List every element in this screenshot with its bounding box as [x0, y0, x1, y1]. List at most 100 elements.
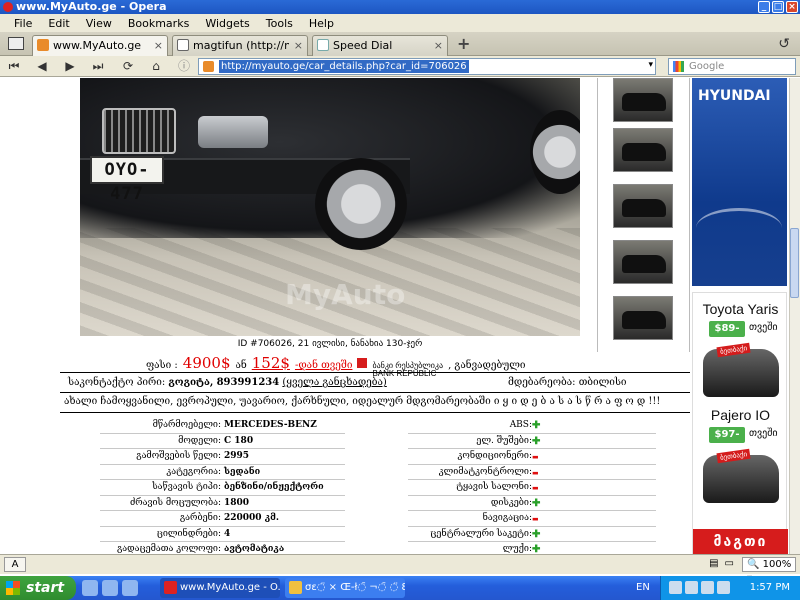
address-bar[interactable]: http://myauto.ge/car_details.php?car_id=… [198, 58, 656, 75]
check-plus-icon: ✚ [532, 544, 541, 554]
all-ads-link[interactable]: (ყველა განცხადება) [282, 377, 386, 388]
ad-model-toyota: Toyota Yaris [702, 301, 779, 317]
ie-icon[interactable] [82, 580, 98, 596]
tray-icon[interactable] [701, 581, 714, 594]
zoom-control[interactable]: 🔍 100% ▾ [742, 557, 796, 584]
price-suffix: , განვადებული [448, 360, 526, 371]
taskbar-item-app[interactable]: σε◌̈ × Œ-ł◌̄ ¬◌̄ ◌̈ 8... [285, 578, 405, 598]
panel-toggle-button[interactable]: A [4, 557, 26, 572]
thumbnail-2[interactable] [613, 128, 673, 172]
reload-button[interactable]: ⟳ [118, 58, 138, 75]
price-or: ან [235, 360, 247, 371]
spec-key: ტყავის სალონი: [456, 482, 532, 492]
spec-value: ბენზინი/ინჟექტორი [224, 482, 324, 492]
tray-icon[interactable] [685, 581, 698, 594]
fast-forward-button[interactable]: ⏭ [88, 58, 108, 75]
tab-myauto[interactable]: www.MyAuto.ge × [32, 35, 168, 56]
spec-value: 220000 კმ. [224, 513, 279, 523]
start-button[interactable]: start [0, 576, 76, 600]
thumbnail-5[interactable] [613, 296, 673, 340]
page-viewport: OYO-477 MyAuto ID #706026, 21 ივლისი, ნა… [0, 78, 800, 554]
opera-icon[interactable] [122, 580, 138, 596]
tab-close-icon[interactable]: × [154, 36, 163, 55]
menu-bookmarks[interactable]: Bookmarks [120, 17, 197, 30]
scrollbar-thumb[interactable] [790, 228, 799, 298]
view-icon[interactable]: ▭ [725, 558, 734, 569]
tab-cycler-button[interactable] [8, 37, 24, 50]
price-monthly[interactable]: 152$ [252, 354, 290, 372]
ad-price-badge: $89-დან [709, 321, 745, 350]
magti-ad-banner[interactable]: Toyota Yaris $89-დან თვეში ბეთბაქი Pajer… [692, 292, 788, 554]
taskbar-item-opera[interactable]: www.MyAuto.ge - O... [160, 578, 280, 598]
thumbnail-1[interactable] [613, 78, 673, 122]
car-main-photo[interactable]: OYO-477 MyAuto [80, 78, 580, 336]
spec-row: ნავიგაცია: ▬ [408, 511, 656, 527]
maximize-button[interactable]: □ [772, 1, 784, 13]
spec-key: გადაცემათა კოლოფი: [116, 544, 221, 554]
tab-bar: www.MyAuto.ge × magtifun (http://magtifu… [0, 32, 800, 56]
forward-button[interactable]: ▶ [60, 58, 80, 75]
page-icon[interactable]: ▤ [709, 558, 718, 569]
bank-name: ბანკი რესპუბლიკა BANK REPUBLIC [372, 362, 443, 378]
menu-widgets[interactable]: Widgets [197, 17, 257, 30]
taskbar-item-label: www.MyAuto.ge - O... [180, 582, 280, 593]
bank-republic-icon [357, 358, 368, 368]
check-plus-icon: ✚ [532, 435, 541, 447]
spec-value: ავტომატიკა [224, 544, 285, 554]
chevron-down-icon[interactable]: ▾ [648, 60, 653, 70]
menu-edit[interactable]: Edit [40, 17, 77, 30]
thumbnail-4[interactable] [613, 240, 673, 284]
home-button[interactable]: ⌂ [146, 58, 166, 75]
vertical-scrollbar[interactable] [789, 78, 800, 554]
divider [60, 392, 690, 393]
tab-close-icon[interactable]: × [294, 36, 303, 55]
contact-line: საკონტაქტო პირი: გოგიტა, 893991234 (ყველ… [68, 377, 387, 388]
ad-description: ახალი ჩამოყვანილი, ევროპული, უავარიო, ქა… [64, 396, 661, 407]
spec-row: კატეგორია: სედანი [100, 465, 345, 480]
ad-price-badge: $97-დან [709, 427, 745, 456]
menu-bar: File Edit View Bookmarks Widgets Tools H… [0, 14, 800, 32]
thumbnail-3[interactable] [613, 184, 673, 228]
menu-help[interactable]: Help [301, 17, 342, 30]
tab-label: magtifun (http://magtifu... [193, 39, 289, 52]
ad-car-image: ბეთბაქი [703, 448, 779, 503]
hyundai-ad-banner[interactable]: HYUNDAI [692, 78, 787, 286]
back-button[interactable]: ◀ [32, 58, 52, 75]
price-monthly-link[interactable]: -დან თვეში [295, 360, 352, 371]
close-button[interactable]: × [786, 1, 798, 13]
tray-icon[interactable] [717, 581, 730, 594]
firefox-icon[interactable] [102, 580, 118, 596]
rewind-button[interactable]: ⏮ [4, 58, 24, 75]
navigation-bar: ⏮ ◀ ▶ ⏭ ⟳ ⌂ ⓘ http://myauto.ge/car_detai… [0, 56, 800, 77]
spec-key: მოდელი: [178, 435, 221, 446]
opera-icon [3, 2, 13, 12]
car-headlight [198, 116, 268, 148]
price-label: ფასი : [146, 360, 178, 371]
search-input[interactable]: Google [668, 58, 796, 75]
tray-icon[interactable] [669, 581, 682, 594]
quick-launch [82, 580, 138, 596]
divider [60, 412, 690, 413]
tab-close-icon[interactable]: × [434, 36, 443, 55]
spec-row: ტყავის სალონი: ▬ [408, 480, 656, 496]
spec-row: ლუქი: ✚ [408, 542, 656, 554]
menu-file[interactable]: File [6, 17, 40, 30]
divider [60, 372, 690, 373]
check-plus-icon: ✚ [532, 497, 541, 509]
new-tab-button[interactable]: + [457, 36, 471, 52]
language-indicator[interactable]: EN [636, 582, 650, 593]
closed-tabs-icon[interactable]: ↺ [778, 36, 790, 52]
minimize-button[interactable]: _ [758, 1, 770, 13]
spec-row: მოდელი: C 180 [100, 434, 345, 449]
tab-magtifun[interactable]: magtifun (http://magtifu... × [172, 35, 308, 56]
menu-tools[interactable]: Tools [258, 17, 301, 30]
search-placeholder: Google [689, 61, 725, 72]
license-plate: OYO-477 [90, 156, 164, 204]
price-usd: 4900$ [182, 354, 231, 372]
spec-key: გამოშვების წელი: [136, 451, 221, 461]
spec-key: კლიმატკონტროლი: [438, 466, 532, 477]
windows-flag-icon [6, 581, 20, 595]
menu-view[interactable]: View [78, 17, 120, 30]
tab-speed-dial[interactable]: Speed Dial × [312, 35, 448, 56]
spec-key: მწარმოებელი: [152, 420, 221, 430]
